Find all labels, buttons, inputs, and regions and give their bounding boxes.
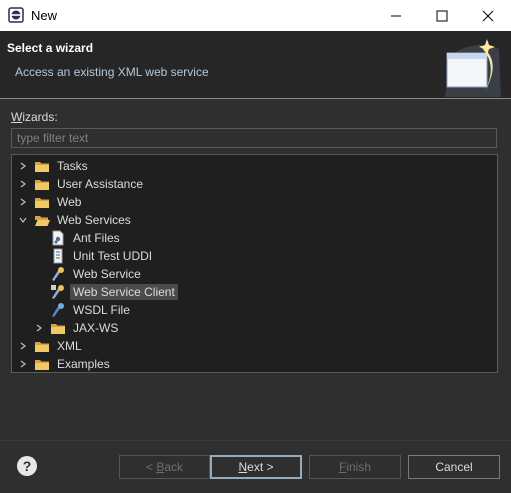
tree-item-label: Unit Test UDDI	[73, 249, 153, 263]
back-button-mnemonic: B	[156, 460, 165, 474]
folder-icon	[34, 356, 50, 372]
next-button-mnemonic: N	[238, 460, 248, 474]
wsdl-file-icon	[50, 302, 66, 318]
eclipse-app-icon	[8, 7, 24, 23]
tree-item-xml[interactable]: XML	[16, 337, 85, 355]
chevron-right-icon[interactable]	[16, 342, 30, 350]
tree-item-label: Web Service Client	[70, 284, 178, 300]
wizards-label-text: izards:	[22, 110, 58, 124]
maximize-button[interactable]	[419, 0, 465, 31]
chevron-right-icon[interactable]	[16, 360, 30, 368]
folder-open-icon	[34, 212, 50, 228]
chevron-right-icon[interactable]	[32, 324, 46, 332]
wizard-header: Select a wizard Access an existing XML w…	[0, 31, 511, 99]
back-button-label: ack	[164, 460, 184, 474]
tree-item-web-service[interactable]: Web Service	[50, 265, 144, 283]
tree-item-label: Web Services	[57, 213, 131, 227]
tree-item-unit-test-uddi[interactable]: Unit Test UDDI	[50, 247, 155, 265]
folder-icon	[50, 320, 66, 336]
tree-item-label: Tasks	[57, 159, 88, 173]
tree-item-user-assistance[interactable]: User Assistance	[16, 175, 146, 193]
folder-icon	[34, 338, 50, 354]
tree-item-web-service-client[interactable]: Web Service Client	[50, 283, 178, 301]
uddi-icon	[50, 248, 66, 264]
next-button[interactable]: Next >	[210, 455, 302, 479]
minimize-button[interactable]	[373, 0, 419, 31]
finish-button-mnemonic: F	[338, 460, 347, 474]
tree-item-label: User Assistance	[57, 177, 144, 191]
wizards-label: Wizards:	[11, 110, 58, 124]
finish-button[interactable]: Finish	[309, 455, 401, 479]
tree-item-label: WSDL File	[73, 303, 130, 317]
wizards-label-mnemonic: W	[11, 110, 23, 124]
tree-item-label: Ant Files	[73, 231, 120, 245]
title-bar: New	[0, 0, 511, 31]
back-button[interactable]: < Back	[119, 455, 210, 479]
tree-item-ant-files[interactable]: Ant Files	[50, 229, 123, 247]
close-button[interactable]	[465, 0, 511, 31]
chevron-right-icon[interactable]	[16, 198, 30, 206]
help-icon[interactable]: ?	[17, 456, 37, 476]
tree-item-examples[interactable]: Examples	[16, 355, 113, 373]
tree-item-label: XML	[57, 339, 82, 353]
header-description: Access an existing XML web service	[15, 65, 209, 79]
tree-item-label: Web	[57, 195, 82, 209]
tree-item-label: Examples	[57, 357, 110, 371]
window-title: New	[31, 8, 58, 23]
header-title: Select a wizard	[7, 41, 94, 55]
folder-icon	[34, 194, 50, 210]
tree-item-web[interactable]: Web	[16, 193, 84, 211]
chevron-down-icon[interactable]	[16, 216, 30, 224]
tree-item-tasks[interactable]: Tasks	[16, 157, 91, 175]
web-service-client-icon	[50, 284, 66, 300]
folder-icon	[34, 176, 50, 192]
tree-item-web-services[interactable]: Web Services	[16, 211, 134, 229]
footer-separator	[0, 440, 511, 441]
wizard-banner-icon	[441, 35, 507, 98]
cancel-button-label: Cancel	[435, 460, 473, 474]
tree-item-label: JAX-WS	[73, 321, 119, 335]
chevron-right-icon[interactable]	[16, 180, 30, 188]
web-service-icon	[50, 266, 66, 282]
tree-item-wsdl-file[interactable]: WSDL File	[50, 301, 133, 319]
chevron-right-icon[interactable]	[16, 162, 30, 170]
tree-item-label: Web Service	[73, 267, 141, 281]
finish-button-label: inish	[346, 460, 372, 474]
folder-icon	[34, 158, 50, 174]
back-button-prefix: <	[145, 460, 157, 474]
ant-file-icon	[50, 230, 66, 246]
tree-item-jax-ws[interactable]: JAX-WS	[32, 319, 121, 337]
next-button-label: ext >	[247, 460, 274, 474]
filter-input[interactable]: type filter text	[11, 128, 497, 148]
wizard-tree: Tasks User Assistance Web Web Services A…	[11, 154, 498, 373]
cancel-button[interactable]: Cancel	[408, 455, 500, 479]
